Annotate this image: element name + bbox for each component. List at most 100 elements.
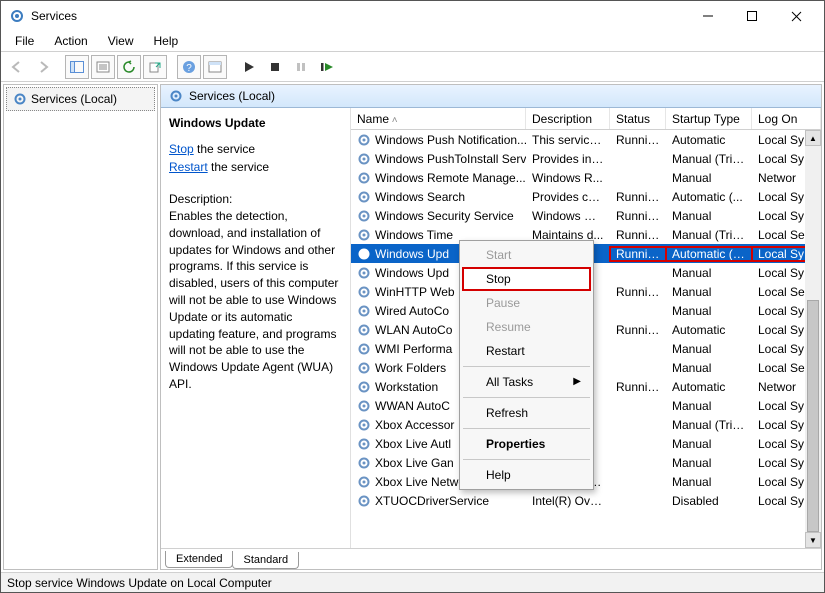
gear-icon [169, 89, 183, 103]
show-hide-tree-button[interactable] [65, 55, 89, 79]
cell-startup: Manual [666, 361, 752, 375]
ctx-resume: Resume [462, 315, 591, 339]
refresh-button[interactable] [117, 55, 141, 79]
properties-button[interactable] [91, 55, 115, 79]
column-logon[interactable]: Log On [752, 108, 821, 129]
cell-name: Windows PushToInstall Serv... [375, 152, 526, 166]
list-pane: Services (Local) Windows Update Stop the… [160, 84, 822, 570]
cell-name: Windows Search [375, 190, 465, 204]
tab-standard[interactable]: Standard [232, 552, 299, 569]
cell-name: WinHTTP Web [375, 285, 455, 299]
menu-view[interactable]: View [98, 32, 144, 50]
gear-icon [357, 437, 371, 451]
cell-name: WWAN AutoC [375, 399, 450, 413]
pane-title: Services (Local) [189, 89, 275, 103]
minimize-button[interactable] [686, 2, 730, 30]
cell-name: XTUOCDriverService [375, 494, 489, 508]
cell-status: Running [610, 323, 666, 337]
tree-item-services-local[interactable]: Services (Local) [6, 87, 155, 111]
restart-svc-button[interactable] [315, 55, 339, 79]
maximize-button[interactable] [730, 2, 774, 30]
about-button[interactable] [203, 55, 227, 79]
table-row[interactable]: Windows SearchProvides co...RunningAutom… [351, 187, 821, 206]
gear-icon [357, 418, 371, 432]
cell-description: This service ... [526, 133, 610, 147]
cell-startup: Manual [666, 475, 752, 489]
cell-name: Xbox Live Autl [375, 437, 451, 451]
table-row[interactable]: Windows Security ServiceWindows Se...Run… [351, 206, 821, 225]
cell-description: Provides co... [526, 190, 610, 204]
cell-status: Running [610, 285, 666, 299]
scroll-thumb[interactable] [807, 300, 819, 532]
pause-svc-button[interactable] [289, 55, 313, 79]
menu-file[interactable]: File [5, 32, 44, 50]
ctx-help[interactable]: Help [462, 463, 591, 487]
stop-suffix: the service [194, 142, 255, 156]
restart-suffix: the service [208, 160, 269, 174]
ctx-all-tasks[interactable]: All Tasks▶ [462, 370, 591, 394]
cell-startup: Automatic [666, 380, 752, 394]
table-row[interactable]: Windows Remote Manage...Windows R...Manu… [351, 168, 821, 187]
window-title: Services [31, 9, 77, 23]
cell-status: Running [610, 380, 666, 394]
help-button[interactable]: ? [177, 55, 201, 79]
stop-link[interactable]: Stop [169, 142, 194, 156]
cell-startup: Automatic [666, 133, 752, 147]
cell-startup: Disabled [666, 494, 752, 508]
column-status[interactable]: Status [610, 108, 666, 129]
titlebar: Services [1, 1, 824, 31]
gear-icon [357, 266, 371, 280]
table-row[interactable]: XTUOCDriverServiceIntel(R) Ove...Disable… [351, 491, 821, 510]
cell-startup: Automatic (T... [666, 247, 752, 261]
gear-icon [357, 285, 371, 299]
ctx-start: Start [462, 243, 591, 267]
export-button[interactable] [143, 55, 167, 79]
restart-link[interactable]: Restart [169, 160, 208, 174]
cell-status: Running [610, 209, 666, 223]
gear-icon [357, 494, 371, 508]
menu-action[interactable]: Action [44, 32, 97, 50]
cell-description: Windows R... [526, 171, 610, 185]
status-text: Stop service Windows Update on Local Com… [7, 576, 272, 590]
column-startup[interactable]: Startup Type [666, 108, 752, 129]
ctx-restart[interactable]: Restart [462, 339, 591, 363]
cell-name: Windows Upd [375, 266, 449, 280]
gear-icon [357, 304, 371, 318]
column-name[interactable]: Name [351, 108, 526, 129]
gear-icon [357, 323, 371, 337]
detail-title: Windows Update [169, 116, 340, 130]
gear-icon [357, 190, 371, 204]
stop-svc-button[interactable] [263, 55, 287, 79]
cell-name: Windows Time [375, 228, 453, 242]
back-button[interactable] [5, 55, 29, 79]
menu-help[interactable]: Help [144, 32, 189, 50]
cell-startup: Manual [666, 437, 752, 451]
scrollbar[interactable]: ▲ ▼ [805, 130, 821, 548]
ctx-stop[interactable]: Stop [462, 267, 591, 291]
table-row[interactable]: Windows PushToInstall Serv...Provides in… [351, 149, 821, 168]
ctx-refresh[interactable]: Refresh [462, 401, 591, 425]
gear-icon [357, 342, 371, 356]
gear-icon [357, 475, 371, 489]
cell-name: Windows Remote Manage... [375, 171, 526, 185]
scroll-down-icon[interactable]: ▼ [805, 532, 821, 548]
cell-name: Xbox Accessor [375, 418, 454, 432]
cell-name: Wired AutoCo [375, 304, 449, 318]
ctx-properties[interactable]: Properties [462, 432, 591, 456]
close-button[interactable] [774, 2, 818, 30]
gear-icon [357, 361, 371, 375]
cell-name: Work Folders [375, 361, 446, 375]
cell-startup: Manual [666, 266, 752, 280]
cell-name: Windows Push Notification... [375, 133, 526, 147]
tree-item-label: Services (Local) [31, 92, 117, 106]
forward-button[interactable] [31, 55, 55, 79]
gear-icon [357, 171, 371, 185]
scroll-up-icon[interactable]: ▲ [805, 130, 821, 146]
cell-startup: Automatic (... [666, 190, 752, 204]
cell-startup: Automatic [666, 323, 752, 337]
table-row[interactable]: Windows Push Notification...This service… [351, 130, 821, 149]
start-svc-button[interactable] [237, 55, 261, 79]
column-description[interactable]: Description [526, 108, 610, 129]
tab-extended[interactable]: Extended [165, 551, 233, 568]
service-list: Name Description Status Startup Type Log… [351, 108, 821, 548]
